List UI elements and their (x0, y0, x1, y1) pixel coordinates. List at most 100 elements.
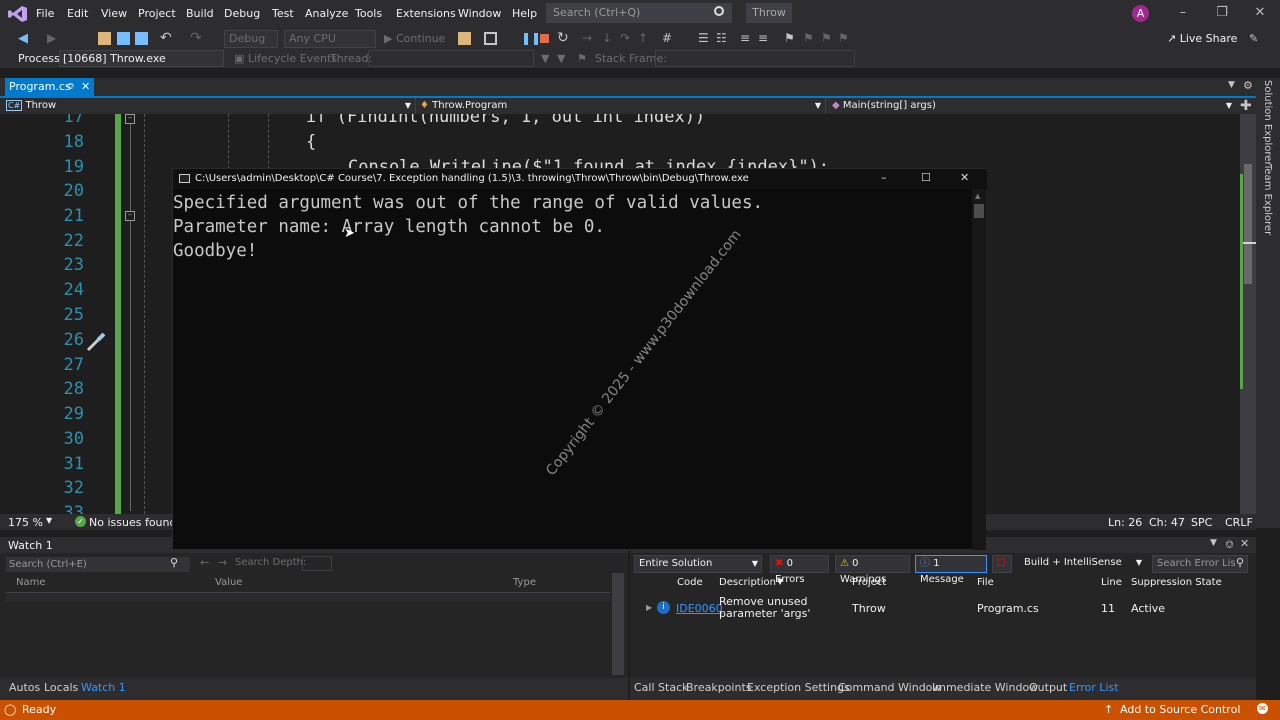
maximize-icon[interactable]: ☐ (921, 171, 931, 184)
menu-build[interactable]: Build (186, 7, 214, 20)
pause-icon[interactable]: ❚❚ (521, 32, 541, 45)
tab-overflow-icon[interactable]: ▼ (1228, 80, 1235, 90)
menu-extensions[interactable]: Extensions (396, 7, 456, 20)
warnings-filter-button[interactable]: ⚠ 0 Warnings (835, 555, 910, 585)
build-filter-select[interactable]: Build + IntelliSense ▼ (1020, 555, 1145, 573)
column-header-code[interactable]: Code (677, 577, 703, 588)
menu-file[interactable]: File (36, 7, 54, 20)
open-folder-icon[interactable] (98, 32, 111, 45)
collapse-icon[interactable]: – (125, 114, 135, 124)
split-editor-icon[interactable]: ✚ (1240, 98, 1252, 114)
zoom-level[interactable]: 175 % (8, 516, 43, 529)
save-icon[interactable] (117, 32, 130, 45)
console-title-bar[interactable]: C:\Users\admin\Desktop\C# Course\7. Exce… (173, 169, 987, 189)
show-next-statement-icon[interactable]: → (582, 32, 595, 45)
pin-icon[interactable]: ⎊ (67, 78, 74, 96)
redo-icon[interactable]: ↷ (190, 31, 203, 45)
tab-command-window[interactable]: Command Window (838, 681, 941, 694)
column-header-name[interactable]: Name (16, 577, 46, 588)
close-icon[interactable]: ✕ (960, 171, 969, 184)
menu-test[interactable]: Test (272, 7, 294, 20)
minimize-icon[interactable]: – (881, 171, 887, 184)
menu-project[interactable]: Project (138, 7, 176, 20)
column-header-type[interactable]: Type (513, 577, 536, 588)
restart-icon[interactable]: ↻ (557, 31, 570, 45)
open-file-icon[interactable] (458, 32, 471, 45)
live-share-button[interactable]: ↗ Live Share (1167, 32, 1237, 45)
minimize-icon[interactable]: – (1176, 6, 1190, 20)
column-indicator[interactable]: Ch: 47 (1149, 516, 1185, 529)
menu-debug[interactable]: Debug (224, 7, 260, 20)
chevron-down-icon[interactable]: ▼ (1210, 538, 1217, 548)
menu-window[interactable]: Window (458, 7, 501, 20)
comment-icon[interactable]: ≡ (740, 32, 753, 45)
scroll-up-icon[interactable]: ▲ (975, 192, 980, 200)
scroll-thumb[interactable] (1244, 164, 1252, 284)
column-header-file[interactable]: File (977, 577, 994, 588)
tab-exception-settings[interactable]: Exception Settings (747, 681, 850, 694)
feedback-icon[interactable]: ✎ (1249, 32, 1258, 45)
bookmark-next-icon[interactable]: ⚑ (821, 32, 834, 45)
column-header-suppression-state[interactable]: Suppression State (1131, 577, 1222, 588)
tab-output[interactable]: Output (1029, 681, 1067, 694)
tab-locals[interactable]: Locals (44, 681, 78, 694)
column-header-description[interactable]: Description (719, 577, 776, 588)
menu-edit[interactable]: Edit (67, 7, 88, 20)
errors-filter-button[interactable]: ✖ 0 Errors (770, 555, 829, 585)
close-icon[interactable]: ✕ (1240, 537, 1249, 550)
uncomment-icon[interactable]: ≡ (758, 32, 771, 45)
menu-view[interactable]: View (101, 7, 127, 20)
save-all-icon[interactable] (135, 32, 148, 45)
issues-status[interactable]: No issues found (89, 516, 176, 529)
platform-select[interactable]: Any CPU (284, 30, 376, 48)
console-scrollbar[interactable]: ▲ (972, 189, 986, 550)
project-select[interactable]: C# Throw ▼ (6, 98, 416, 114)
messages-filter-button[interactable]: ⓘ 1 Message (915, 555, 987, 585)
settings-gear-icon[interactable]: ⚙ (1243, 79, 1253, 92)
screenshot-icon[interactable] (484, 32, 497, 45)
tab-call-stack[interactable]: Call Stack (634, 681, 688, 694)
maximize-icon[interactable]: ❐ (1215, 6, 1229, 20)
menu-tools[interactable]: Tools (355, 7, 382, 20)
process-select[interactable]: [10668] Throw.exe (59, 50, 224, 67)
quick-actions-screwdriver-icon[interactable] (84, 328, 110, 354)
menu-help[interactable]: Help (512, 7, 537, 20)
hex-display-icon[interactable]: # (662, 32, 675, 45)
column-header-line[interactable]: Line (1101, 577, 1122, 588)
search-input[interactable]: Search (Ctrl+Q) (546, 3, 732, 23)
editor-vertical-scrollbar[interactable] (1240, 114, 1256, 514)
watch-search-input[interactable]: Search (Ctrl+E) (6, 557, 190, 572)
avatar[interactable]: A (1132, 5, 1149, 22)
bookmark-icon[interactable]: ⚑ (784, 32, 797, 45)
stack-frame-select[interactable] (655, 50, 855, 67)
stop-icon[interactable] (540, 34, 549, 43)
type-select[interactable]: ♦ Throw.Program ▼ (420, 98, 826, 114)
add-to-source-control-button[interactable]: Add to Source Control (1120, 703, 1240, 716)
thread-select[interactable] (368, 50, 534, 67)
console-window[interactable]: C:\Users\admin\Desktop\C# Course\7. Exce… (172, 168, 987, 550)
step-over-icon[interactable]: ↷ (620, 32, 633, 45)
table-row[interactable]: ▶ i IDE0060 Remove unused parameter 'arg… (630, 595, 1250, 625)
filter-clear-icon[interactable]: ▼ (557, 52, 565, 65)
expand-row-icon[interactable]: ▶ (646, 603, 652, 612)
tab-immediate-window[interactable]: Immediate Window (932, 681, 1038, 694)
diagnostic-code-link[interactable]: IDE0060 (676, 602, 723, 615)
clear-filter-icon[interactable]: ☐ (992, 555, 1012, 573)
scroll-thumb[interactable] (974, 204, 984, 218)
undo-icon[interactable]: ↶ (160, 31, 173, 45)
format-icon[interactable]: ☷ (716, 32, 729, 45)
tab-close-icon[interactable]: ✕ (81, 78, 90, 96)
member-select[interactable]: ◆ Main(string[] args) ▼ (832, 98, 1236, 114)
search-back-icon[interactable]: ← (200, 556, 209, 569)
continue-button[interactable]: ▶ Continue (384, 32, 445, 45)
watch-scrollbar[interactable] (612, 573, 624, 675)
tab-watch-1[interactable]: Watch 1 (81, 681, 126, 694)
pin-icon[interactable]: ⎊ (1225, 538, 1234, 552)
step-into-icon[interactable]: ↓ (602, 32, 615, 45)
team-explorer-tab[interactable]: Team Explorer (1262, 164, 1273, 235)
error-list-search-input[interactable]: Search Error Lis (1152, 555, 1248, 573)
navigate-back-icon[interactable]: ◀ (18, 32, 31, 45)
search-forward-icon[interactable]: → (218, 556, 227, 569)
align-icon[interactable]: ☰ (698, 32, 711, 45)
search-icon[interactable]: ⚲ (170, 556, 178, 569)
